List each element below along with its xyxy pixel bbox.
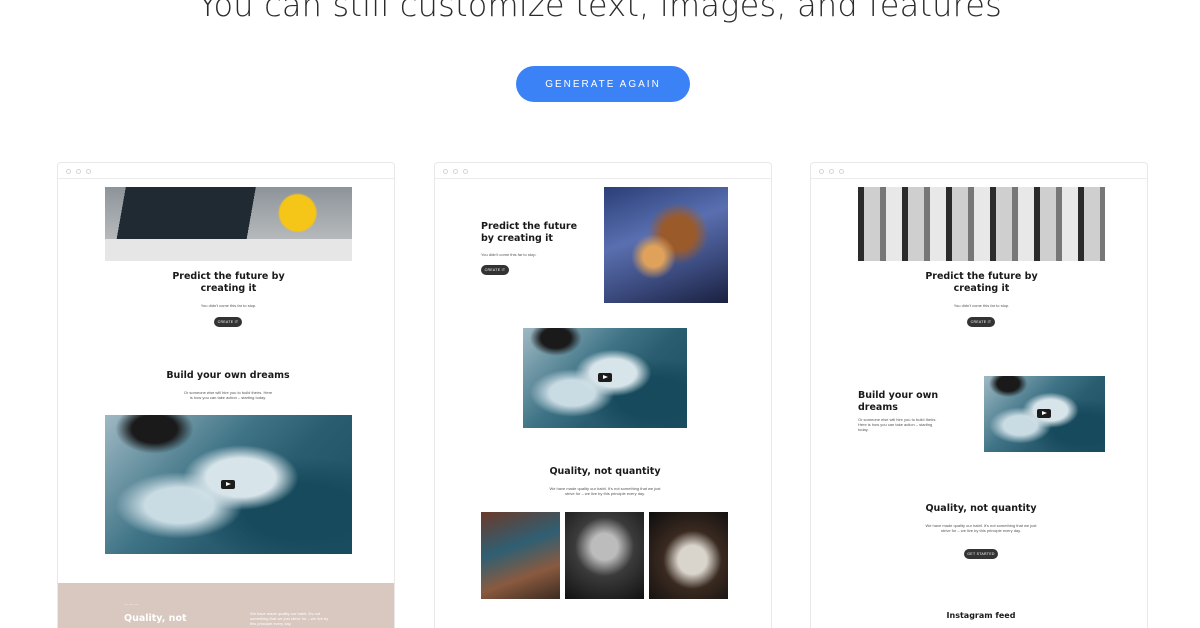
hero-subtitle: You didn't come this far to stop. [200, 303, 257, 308]
band-title: Quality, not [124, 613, 187, 624]
quality-band: — — — Quality, not We have made quality … [58, 583, 394, 628]
get-started-button[interactable]: GET STARTED [964, 549, 998, 559]
play-icon[interactable] [221, 480, 235, 489]
section-subtitle: We have made quality our habit. It's not… [549, 486, 661, 496]
section-title: Build your own dreams [858, 390, 939, 413]
create-it-button[interactable]: CREATE IT [214, 317, 242, 327]
section-title: Build your own dreams [166, 370, 290, 381]
video-thumbnail[interactable] [105, 415, 352, 554]
hero-subtitle: You didn't come this far to stop. [953, 303, 1010, 308]
window-dot-icon [86, 169, 91, 174]
window-dot-icon [839, 169, 844, 174]
browser-bar [811, 163, 1147, 179]
hero-title: Predict the future by creating it [925, 271, 1038, 294]
video-thumbnail[interactable] [523, 328, 687, 428]
section-subtitle: Or someone else will hire you to build t… [858, 417, 937, 432]
create-it-button[interactable]: CREATE IT [967, 317, 995, 327]
window-dot-icon [453, 169, 458, 174]
gallery-image [565, 512, 644, 599]
band-text: We have made quality our habit. It's not… [250, 611, 329, 626]
play-icon[interactable] [1037, 409, 1051, 418]
section-title: Quality, not quantity [549, 466, 661, 477]
hero-title: Predict the future by creating it [172, 271, 285, 294]
quality-subtitle: We have made quality our habit. It's not… [925, 523, 1037, 533]
window-dot-icon [66, 169, 71, 174]
template-preview-1[interactable]: Predict the future by creating it You di… [57, 162, 395, 628]
section-subtitle: Or someone else will hire you to build t… [183, 390, 273, 400]
hero-image [604, 187, 728, 303]
window-dot-icon [463, 169, 468, 174]
hero-title: Predict the future by creating it [481, 221, 578, 244]
window-dot-icon [829, 169, 834, 174]
play-icon[interactable] [598, 373, 612, 382]
window-dot-icon [76, 169, 81, 174]
template-preview-3[interactable]: Predict the future by creating it You di… [810, 162, 1148, 628]
page-headline: You can still customize text, images, an… [197, 0, 1003, 24]
video-thumbnail[interactable] [984, 376, 1105, 452]
window-dot-icon [443, 169, 448, 174]
band-eyebrow: — — — [124, 601, 139, 606]
hero-subtitle: You didn't come this far to stop. [481, 252, 537, 257]
template-preview-2[interactable]: Predict the future by creating it You di… [434, 162, 772, 628]
hero-image [858, 187, 1105, 261]
browser-bar [435, 163, 771, 179]
hero-image [105, 187, 352, 261]
browser-bar [58, 163, 394, 179]
instagram-title: Instagram feed [946, 611, 1016, 620]
quality-title: Quality, not quantity [925, 503, 1037, 514]
create-it-button[interactable]: CREATE IT [481, 265, 509, 275]
generate-again-button[interactable]: GENERATE AGAIN [516, 66, 690, 102]
gallery-image [481, 512, 560, 599]
gallery-image [649, 512, 728, 599]
window-dot-icon [819, 169, 824, 174]
